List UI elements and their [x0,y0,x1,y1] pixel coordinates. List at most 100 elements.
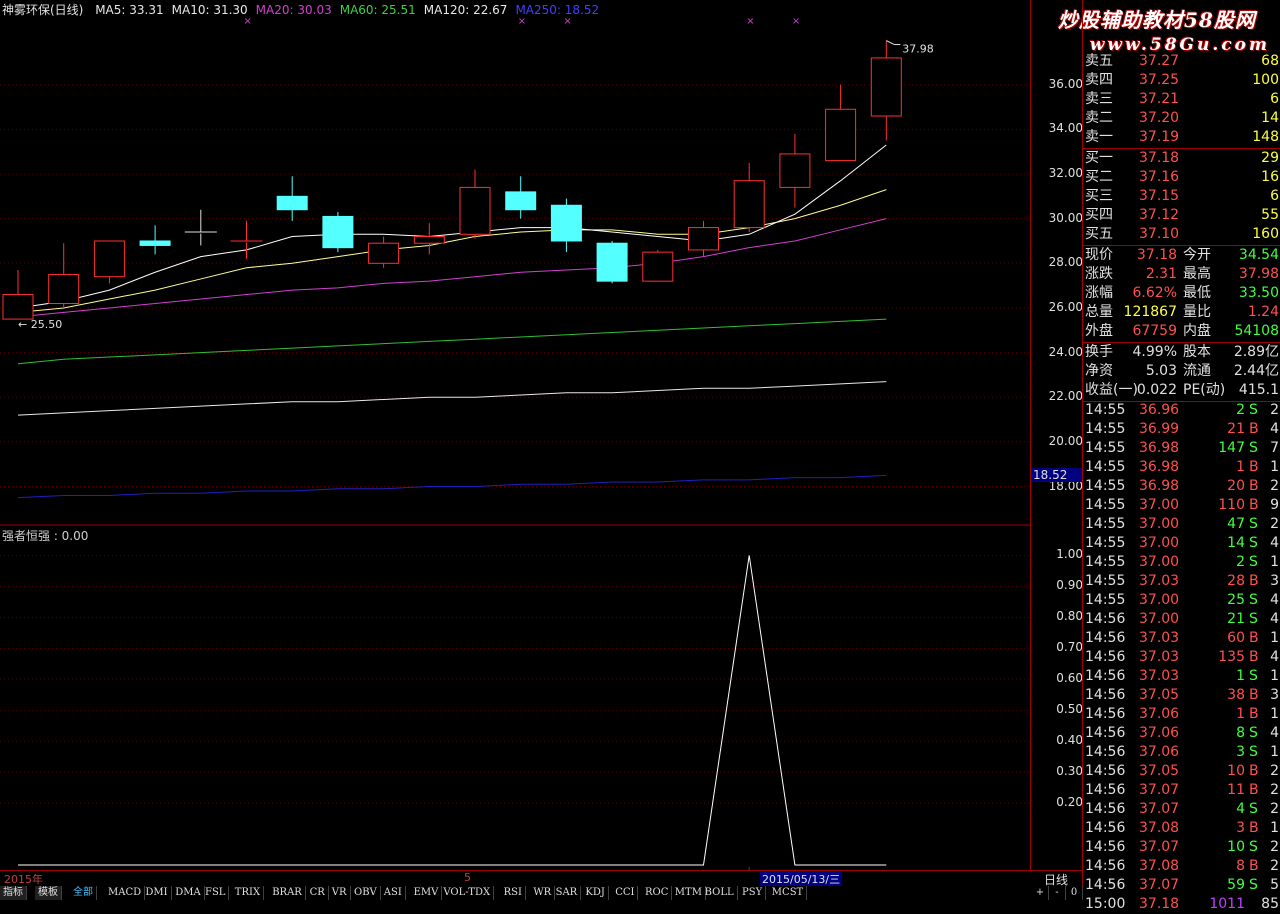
tick-time: 14:56 [1085,782,1126,798]
tick-price: 37.00 [1139,554,1180,570]
tick-volume: 21 [1227,611,1245,627]
info-label: 换手 [1085,344,1113,360]
tick-count: 2 [1270,858,1279,874]
tick-price: 37.06 [1139,744,1180,760]
ask-volume: 100 [1252,72,1279,88]
low-label: ← 25.50 [18,318,62,331]
tick-count: 4 [1270,421,1279,437]
tick-row: 14:55 36.98 1 B 1 [1083,458,1280,477]
tick-count: 1 [1270,820,1279,836]
tab-template[interactable]: 模板 [35,886,62,900]
stat-value: 67759 [1132,323,1177,339]
stat-value: 37.98 [1238,266,1279,282]
candle-up [733,180,765,229]
bid-label: 买一 [1085,150,1113,166]
tab-asi[interactable]: ASI [381,886,406,900]
tick-row: 14:56 37.05 38 B 3 [1083,686,1280,705]
info-row: 净资 5.03 流通 2.44亿 [1083,362,1280,381]
tab-emv[interactable]: EMV [411,886,443,900]
tab-vol-tdx[interactable]: VOL-TDX [440,886,495,900]
tab-fsl[interactable]: FSL [202,886,230,900]
tab-wr[interactable]: WR [530,886,556,900]
kline-chart-area[interactable]: 37.98 ← 25.50 × × × × × 神雾环保(日线) MA5: 33.31 MA1… [0,0,1030,870]
tick-count: 2 [1270,801,1279,817]
tick-side: S [1249,839,1258,855]
tick-side: B [1249,649,1259,665]
tick-time: 14:56 [1085,763,1126,779]
period-label[interactable]: 日线 [1030,870,1082,887]
tick-row: 14:56 37.03 135 B 4 [1083,648,1280,667]
tick-volume: 3 [1236,744,1245,760]
tab-brar[interactable]: BRAR [269,886,306,900]
tab-cci[interactable]: CCI [612,886,639,900]
tick-side: B [1249,497,1259,513]
tick-volume: 1 [1236,459,1245,475]
stat-value: 6.62% [1132,285,1177,301]
ask-volume: 6 [1270,91,1279,107]
tick-count: 4 [1270,649,1279,665]
tab-all[interactable]: 全部 [70,886,97,900]
tab-cr[interactable]: CR [307,886,329,900]
tick-row: 14:55 37.00 47 S 2 [1083,515,1280,534]
tab-boll[interactable]: BOLL [702,886,738,900]
tab-kdj[interactable]: KDJ [582,886,609,900]
bid-row: 买四 37.12 55 [1083,206,1280,225]
indicator-tick-label: 0.80 [1056,609,1083,624]
stat-value: 2.31 [1145,266,1177,282]
tick-volume: 10 [1227,839,1245,855]
bid-label: 买二 [1085,169,1113,185]
tab-psy[interactable]: PSY [739,886,767,900]
tick-count: 85 [1261,896,1279,912]
tick-price: 37.00 [1139,497,1180,513]
stat-value: 121867 [1123,304,1177,320]
tick-time: 14:55 [1085,592,1126,608]
tab-sar[interactable]: SAR [553,886,582,900]
tab-indicator[interactable]: 指标 [0,886,27,900]
tab-roc[interactable]: ROC [642,886,673,900]
kline-chart[interactable]: 37.98← 25.50× × × × × [0,0,1030,870]
tab-obv[interactable]: OBV [351,886,381,900]
candle-up [459,186,491,235]
tick-row: 14:56 37.06 3 S 1 [1083,743,1280,762]
tab-macd[interactable]: MACD [105,886,146,900]
tick-count: 2 [1270,763,1279,779]
candle-up [642,251,674,282]
tab-dma[interactable]: DMA [172,886,205,900]
tick-row: 14:55 37.03 28 B 3 [1083,572,1280,591]
tab-rsi[interactable]: RSI [501,886,526,900]
tab-vr[interactable]: VR [329,886,351,900]
zoom-out-button[interactable]: - [1049,886,1066,900]
bid-row: 买三 37.15 6 [1083,187,1280,206]
candle-up [48,273,80,304]
tab-trix[interactable]: TRIX [232,886,265,900]
tick-price: 37.03 [1139,573,1180,589]
tab-dmi[interactable]: DMI [142,886,172,900]
candle-down [596,242,628,282]
stat-value: 34.54 [1238,247,1279,263]
bid-price: 37.10 [1139,226,1180,242]
stat-value: 54108 [1234,323,1279,339]
reset-button[interactable]: 0 [1066,886,1083,900]
ask-price: 37.21 [1139,91,1180,107]
tick-volume: 3 [1236,820,1245,836]
tick-side: S [1249,725,1258,741]
tick-time: 14:55 [1085,535,1126,551]
tick-count: 4 [1270,611,1279,627]
tick-volume: 14 [1227,535,1245,551]
tab-mcst[interactable]: MCST [769,886,808,900]
candle-up [825,108,857,162]
ask-price: 37.20 [1139,110,1180,126]
tick-volume: 47 [1227,516,1245,532]
bid-volume: 16 [1261,169,1279,185]
bid-price: 37.12 [1139,207,1180,223]
zoom-in-button[interactable]: + [1032,886,1049,900]
tick-count: 3 [1270,687,1279,703]
indicator-tick-label: 0.90 [1056,578,1083,593]
ask-label: 卖三 [1085,91,1113,107]
tick-time: 14:55 [1085,516,1126,532]
indicator-tick-label: 0.20 [1056,795,1083,810]
stat-label: 总量 [1085,304,1113,320]
tick-time: 14:56 [1085,877,1126,893]
stock-title: 神雾环保(日线) [2,3,84,17]
high-label: 37.98 [902,43,934,56]
